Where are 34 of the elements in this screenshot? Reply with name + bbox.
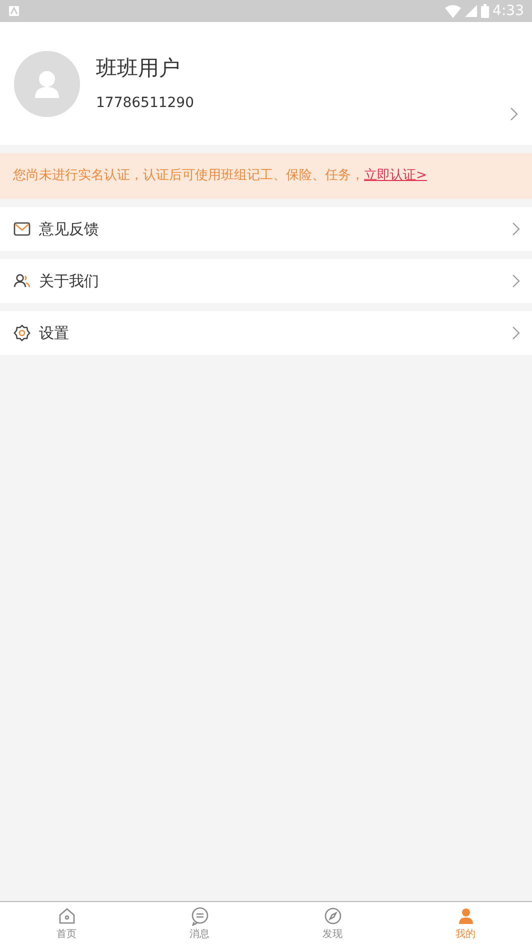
home-icon (56, 906, 76, 926)
compass-icon (322, 906, 342, 926)
chevron-right-icon (512, 222, 520, 236)
menu-item[interactable]: 关于我们 (0, 259, 532, 303)
tab-item[interactable]: 首页 (0, 902, 133, 946)
tab-item[interactable]: 我的 (399, 902, 532, 946)
menu-item[interactable]: 设置 (0, 311, 532, 355)
notification-icon (8, 5, 20, 17)
verify-link[interactable]: 立即认证> (364, 168, 427, 184)
tab-label: 首页 (56, 928, 76, 942)
chevron-right-icon (512, 326, 520, 340)
tab-label: 我的 (456, 928, 476, 942)
tab-label: 发现 (322, 928, 342, 942)
phone-number: 17786511290 (96, 94, 195, 113)
user-name: 班班用户 (96, 55, 181, 82)
people-icon (13, 272, 31, 290)
menu-label: 设置 (39, 322, 70, 344)
menu-item[interactable]: 意见反馈 (0, 207, 532, 251)
profile-header[interactable]: 班班用户 17786511290 (0, 22, 532, 145)
tab-item[interactable]: 消息 (133, 902, 266, 946)
chevron-right-icon (512, 274, 520, 288)
gear-icon (13, 324, 31, 342)
battery-icon (480, 4, 489, 18)
tab-item[interactable]: 发现 (266, 902, 399, 946)
menu-label: 意见反馈 (39, 218, 100, 240)
avatar-icon (14, 50, 80, 116)
chat-icon (190, 906, 210, 926)
chevron-right-icon (510, 107, 518, 121)
wifi-icon (444, 4, 461, 18)
tab-label: 消息 (190, 928, 210, 942)
mail-icon (13, 220, 31, 238)
signal-icon (464, 5, 477, 17)
notice-text: 您尚未进行实名认证，认证后可使用班组记工、保险、任务，立即认证> (13, 167, 427, 186)
menu-label: 关于我们 (39, 270, 100, 292)
